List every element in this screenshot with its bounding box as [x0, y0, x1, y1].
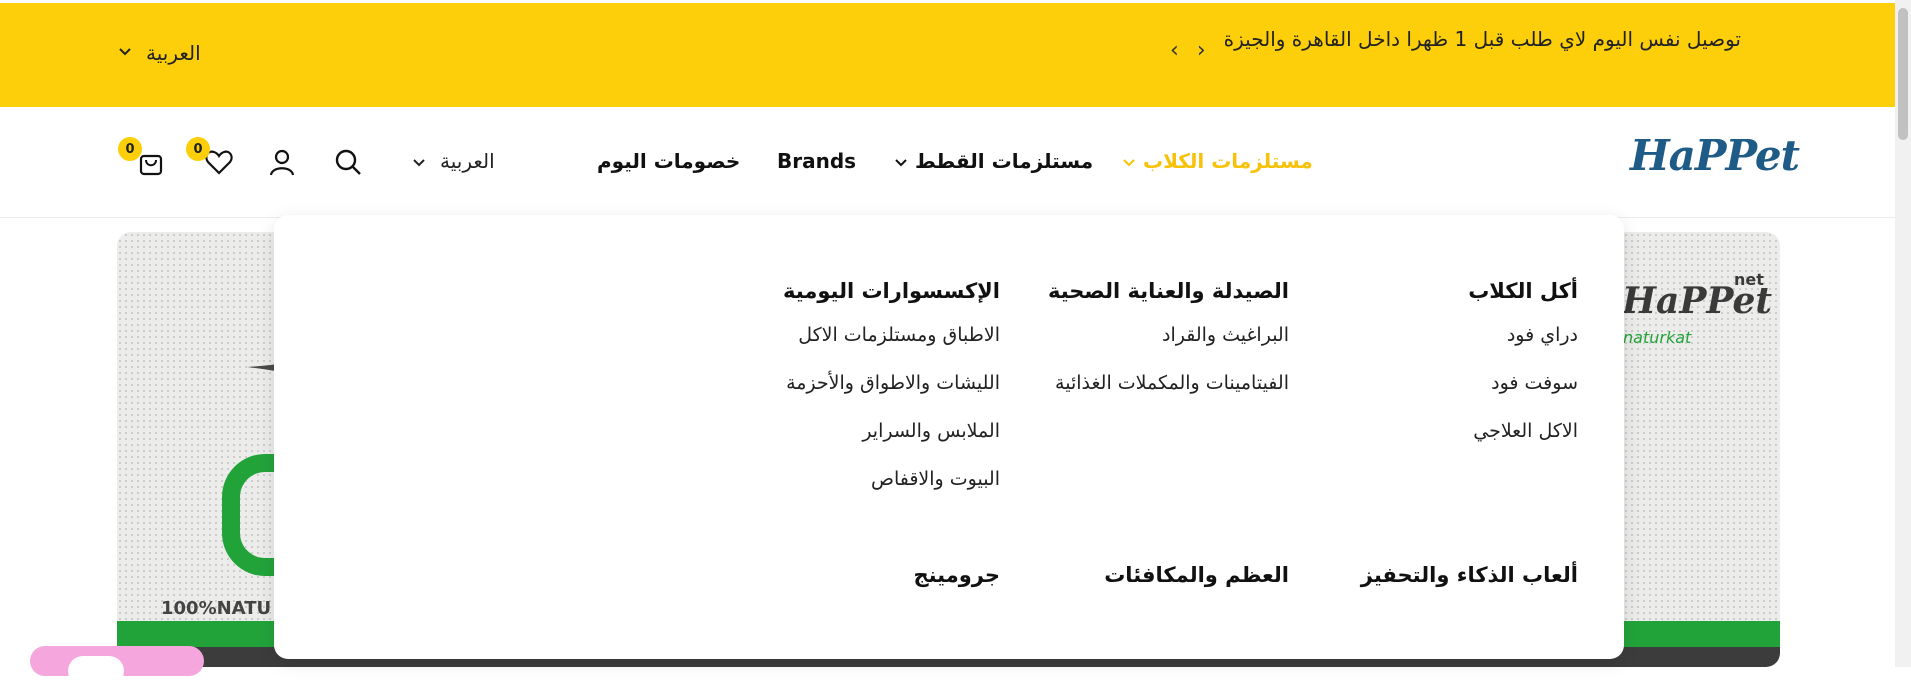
announcement-bar: توصيل نفس اليوم لاي طلب قبل 1 ظهرا داخل …	[0, 3, 1895, 107]
nav-dog-supplies[interactable]: مستلزمات الكلاب	[1122, 149, 1313, 173]
mega-menu: أكل الكلاب دراي فود سوفت فود الاكل العلا…	[274, 215, 1624, 659]
top-language-label: العربية	[146, 41, 201, 65]
menu-link[interactable]: البراغيث والقراد	[1029, 319, 1289, 352]
wishlist-count-badge: 0	[186, 137, 210, 161]
chevron-down-icon	[1122, 149, 1143, 173]
menu-link[interactable]: الليشات والاطواق والأحزمة	[740, 367, 1000, 400]
hero-sub-logo: naturkat	[1623, 328, 1692, 347]
announcement-arrows: ‹ ›	[1170, 40, 1206, 62]
hero-letter-graphic	[222, 454, 280, 576]
scrollbar-thumb[interactable]	[1898, 8, 1908, 140]
menu-link[interactable]: البيوت والاقفاص	[740, 463, 1000, 496]
menu-link[interactable]: الملابس والسراير	[740, 415, 1000, 448]
menu-column-grooming: جرومينج	[740, 561, 1000, 589]
chevron-left-icon[interactable]: ‹	[1170, 40, 1179, 62]
menu-column-toys: ألعاب الذكاء والتحفيز	[1318, 561, 1578, 589]
nav-cat-supplies[interactable]: مستلزمات القطط	[894, 149, 1093, 173]
scrollbar[interactable]	[1895, 0, 1911, 667]
chevron-down-icon	[118, 46, 132, 61]
menu-link[interactable]: دراي فود	[1318, 319, 1578, 352]
menu-column-dog-food: أكل الكلاب دراي فود سوفت فود الاكل العلا…	[1318, 277, 1578, 463]
chat-widget[interactable]	[30, 646, 204, 686]
wishlist-button[interactable]: 0	[186, 137, 234, 177]
cart-button[interactable]: 0	[118, 137, 166, 177]
header-language-selector[interactable]: العربية	[412, 149, 495, 173]
chevron-down-icon	[412, 149, 426, 173]
nav-daily-deals[interactable]: خصومات اليوم	[597, 149, 740, 173]
nav-cat-supplies-label: مستلزمات القطط	[914, 149, 1094, 173]
menu-link[interactable]: الاطباق ومستلزمات الاكل	[740, 319, 1000, 352]
menu-column-accessories: الإكسسوارات اليومية الاطباق ومستلزمات ال…	[740, 277, 1000, 511]
menu-link[interactable]: الفيتامينات والمكملات الغذائية	[1029, 367, 1289, 400]
menu-heading-grooming[interactable]: جرومينج	[740, 561, 1000, 589]
site-header: HaPPet مستلزمات الكلاب مستلزمات القطط Br…	[0, 107, 1895, 218]
menu-link[interactable]: الاكل العلاجي	[1318, 415, 1578, 448]
announcement-text: توصيل نفس اليوم لاي طلب قبل 1 ظهرا داخل …	[1223, 27, 1741, 51]
user-icon[interactable]	[267, 147, 297, 177]
menu-heading-accessories[interactable]: الإكسسوارات اليومية	[740, 277, 1000, 305]
menu-heading-dog-food[interactable]: أكل الكلاب	[1318, 277, 1578, 305]
nav-brands[interactable]: Brands	[777, 149, 856, 173]
cart-count-badge: 0	[118, 137, 142, 161]
chevron-right-icon[interactable]: ›	[1197, 40, 1206, 62]
nav-dog-supplies-label: مستلزمات الكلاب	[1142, 149, 1313, 173]
header-language-label: العربية	[440, 149, 495, 173]
hero-text: 100%NATU	[161, 598, 272, 619]
menu-heading-treats[interactable]: العظم والمكافئات	[1029, 561, 1289, 589]
chat-widget-bubble	[68, 656, 124, 686]
menu-column-pharmacy: الصيدلة والعناية الصحية البراغيث والقراد…	[1029, 277, 1289, 415]
top-language-selector[interactable]: العربية	[118, 41, 201, 65]
search-icon[interactable]	[333, 147, 363, 177]
chevron-down-icon	[894, 149, 915, 173]
menu-link[interactable]: سوفت فود	[1318, 367, 1578, 400]
menu-column-treats: العظم والمكافئات	[1029, 561, 1289, 589]
hero-logo-suffix: net	[1734, 270, 1764, 289]
menu-heading-toys[interactable]: ألعاب الذكاء والتحفيز	[1318, 561, 1578, 589]
logo[interactable]: HaPPet	[1630, 131, 1800, 180]
menu-heading-pharmacy[interactable]: الصيدلة والعناية الصحية	[1029, 277, 1289, 305]
